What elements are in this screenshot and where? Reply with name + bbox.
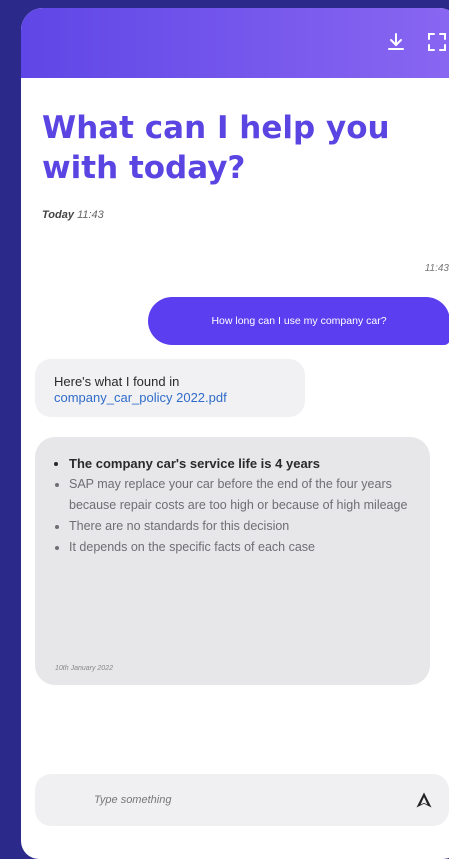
message-composer — [35, 774, 449, 826]
bot-message-answer: The company car's service life is 4 year… — [35, 437, 430, 685]
chat-window: What can I help you with today? Today 11… — [21, 8, 449, 859]
list-item: It depends on the specific facts of each… — [69, 537, 416, 558]
conversation-date: Today 11:43 — [42, 209, 104, 221]
today-label: Today — [42, 209, 74, 221]
user-message-time: 11:43 — [424, 263, 449, 274]
source-document-link[interactable]: company_car_policy 2022.pdf — [54, 390, 305, 406]
user-message: How long can I use my company car? — [148, 297, 449, 345]
bot-message-source: Here's what I found in company_car_polic… — [35, 359, 305, 417]
chat-header — [21, 8, 449, 78]
download-icon[interactable] — [384, 30, 408, 54]
list-item: The company car's service life is 4 year… — [69, 453, 416, 474]
today-time: 11:43 — [77, 209, 104, 221]
message-input[interactable] — [92, 793, 386, 807]
page-title: What can I help you with today? — [42, 110, 390, 186]
answer-date: 10th January 2022 — [55, 665, 113, 672]
source-intro: Here's what I found in — [54, 374, 180, 389]
send-icon[interactable] — [415, 791, 433, 809]
list-item: SAP may replace your car before the end … — [69, 474, 416, 516]
answer-list: The company car's service life is 4 year… — [55, 453, 416, 558]
list-item: There are no standards for this decision — [69, 516, 416, 537]
fullscreen-icon[interactable] — [425, 30, 449, 54]
